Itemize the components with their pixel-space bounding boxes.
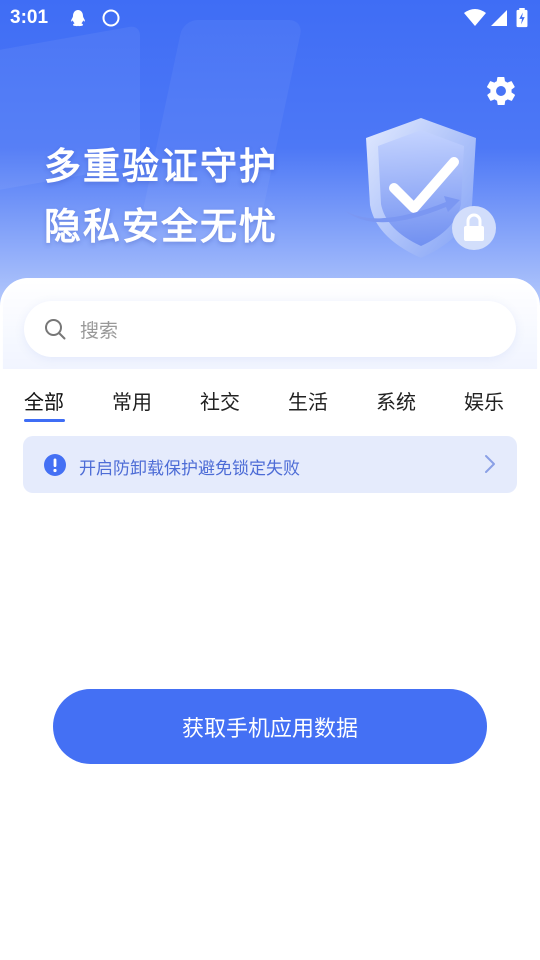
tab-life[interactable]: 生活 [288, 386, 328, 415]
tab-common[interactable]: 常用 [112, 386, 152, 415]
fetch-app-data-button[interactable]: 获取手机应用数据 [53, 689, 487, 764]
exclamation-icon [44, 454, 66, 476]
hero-title-line1: 多重验证守护 [44, 145, 278, 188]
category-tabs: 全部 常用 社交 生活 系统 娱乐 [0, 386, 540, 426]
gear-icon[interactable] [484, 74, 518, 108]
status-bar: 3:01 [0, 0, 540, 38]
hero-title-line2: 隐私安全无忧 [44, 205, 278, 248]
active-tab-indicator [24, 419, 65, 422]
search-bar[interactable]: 搜索 [24, 301, 516, 357]
circle-icon [102, 9, 120, 27]
tab-system[interactable]: 系统 [376, 386, 416, 415]
search-icon [45, 319, 66, 340]
tab-social[interactable]: 社交 [200, 386, 240, 415]
qq-penguin-icon [71, 10, 85, 27]
shield-illustration [344, 118, 496, 258]
content-panel [0, 278, 540, 960]
status-time: 3:01 [10, 7, 49, 28]
notice-text: 开启防卸载保护避免锁定失败 [79, 459, 300, 479]
tab-entertainment[interactable]: 娱乐 [464, 386, 504, 415]
chevron-right-icon [485, 455, 495, 473]
tab-all[interactable]: 全部 [24, 386, 64, 415]
battery-charging-icon [516, 8, 528, 28]
wifi-icon [464, 9, 486, 26]
search-placeholder: 搜索 [80, 320, 119, 342]
uninstall-protection-notice[interactable]: 开启防卸载保护避免锁定失败 [23, 436, 517, 493]
signal-icon [491, 10, 507, 26]
